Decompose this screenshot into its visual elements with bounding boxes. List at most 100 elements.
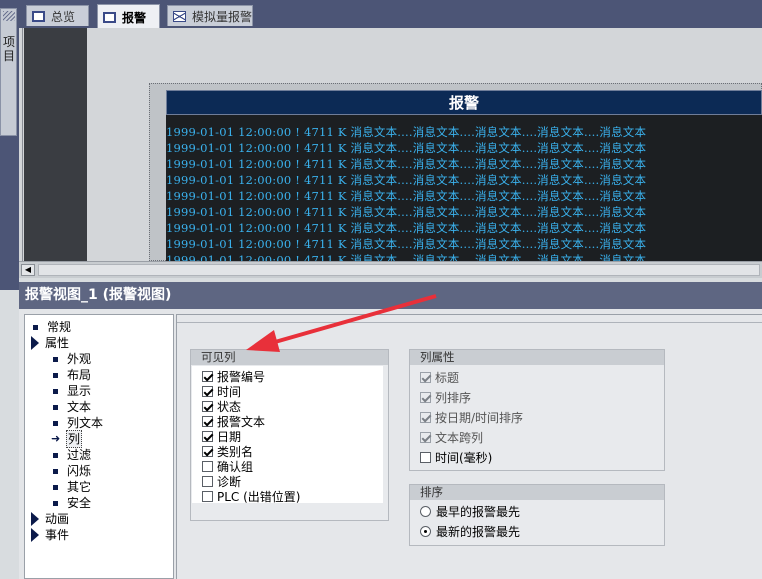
current-arrow-icon: ➜ <box>51 432 61 445</box>
visible-columns-group: 可见列 报警编号 时间 状态 报警文本 日期 类别名 确认组 诊断 PLC (出错位置) <box>190 349 389 521</box>
expand-arrow-icon <box>31 336 39 350</box>
tree-item-label: 外观 <box>67 352 92 366</box>
sorting-radio-row[interactable]: 最新的报警最先 <box>420 524 520 539</box>
checkbox[interactable] <box>202 416 213 427</box>
tree-item-6[interactable]: 列文本 <box>53 415 103 431</box>
tab-label: 报警 <box>122 10 147 25</box>
bullet-icon <box>53 500 58 506</box>
visible-columns-title: 可见列 <box>191 350 388 365</box>
checkbox[interactable] <box>202 476 213 487</box>
tree-item-8[interactable]: 过滤 <box>53 447 91 463</box>
checkbox[interactable] <box>420 452 431 463</box>
tree-item-0[interactable]: 常规 <box>33 319 71 335</box>
checkbox-label: PLC (出错位置) <box>217 490 301 504</box>
canvas-side-panel <box>24 28 87 261</box>
visible-column-checkbox-row[interactable]: 类别名 <box>202 444 253 459</box>
column-property-checkbox-row: 文本跨列 <box>420 430 483 445</box>
column-property-checkbox-row: 按日期/时间排序 <box>420 410 523 425</box>
column-property-checkbox-row: 标题 <box>420 370 459 385</box>
radio-label: 最新的报警最先 <box>436 525 521 539</box>
visible-column-checkbox-row[interactable]: 确认组 <box>202 459 253 474</box>
alarm-row: 1999-01-01 12:00:00 ! 4711 K 消息文本....消息文… <box>166 205 647 219</box>
alarm-view-header: 报警 <box>166 90 762 115</box>
checkbox-label: 列排序 <box>435 391 472 405</box>
checkbox <box>420 432 431 443</box>
checkbox[interactable] <box>202 461 213 472</box>
tree-item-label: 事件 <box>45 528 70 542</box>
tree-item-12[interactable]: 动画 <box>31 511 69 527</box>
expand-arrow-icon <box>31 512 39 526</box>
tree-item-9[interactable]: 闪烁 <box>53 463 91 479</box>
tree-item-7[interactable]: ➜ 列 <box>51 430 83 448</box>
visible-column-checkbox-row[interactable]: 诊断 <box>202 474 241 489</box>
visible-column-checkbox-row[interactable]: 报警文本 <box>202 414 265 429</box>
alarm-view-title: 报警 <box>448 94 479 112</box>
visible-column-checkbox-row[interactable]: 日期 <box>202 429 241 444</box>
alarm-list: 1999-01-01 12:00:00 ! 4711 K 消息文本....消息文… <box>166 124 762 261</box>
bullet-icon <box>53 468 58 474</box>
envelope-icon <box>173 10 186 22</box>
tree-item-10[interactable]: 其它 <box>53 479 91 495</box>
checkbox-label: 按日期/时间排序 <box>435 411 524 425</box>
visible-column-checkbox-row[interactable]: 时间 <box>202 384 241 399</box>
alarm-view-control[interactable]: 报警 1999-01-01 12:00:00 ! 4711 K 消息文本....… <box>166 90 762 261</box>
tree-item-11[interactable]: 安全 <box>53 495 91 511</box>
tree-item-2[interactable]: 外观 <box>53 351 91 367</box>
alarm-row: 1999-01-01 12:00:00 ! 4711 K 消息文本....消息文… <box>166 173 647 187</box>
tree-item-label: 布局 <box>67 368 92 382</box>
horizontal-scrollbar[interactable]: ◀ <box>19 261 762 278</box>
tree-item-5[interactable]: 文本 <box>53 399 91 415</box>
tree-item-3[interactable]: 布局 <box>53 367 91 383</box>
visible-column-checkbox-row[interactable]: 状态 <box>202 399 241 414</box>
tree-item-label: 过滤 <box>67 448 92 462</box>
tab-analog-alarms[interactable]: 模拟量报警 <box>167 5 253 26</box>
tree-item-13[interactable]: 事件 <box>31 527 69 543</box>
column-property-checkbox-row: 列排序 <box>420 390 471 405</box>
visible-column-checkbox-row[interactable]: PLC (出错位置) <box>202 489 300 504</box>
checkbox[interactable] <box>202 491 213 502</box>
scrollbar-thumb[interactable] <box>38 264 760 276</box>
checkbox[interactable] <box>202 371 213 382</box>
tree-item-label: 文本 <box>67 400 92 414</box>
project-tab[interactable]: 项目 <box>0 8 17 136</box>
tree-item-label: 动画 <box>45 512 70 526</box>
checkbox-label: 标题 <box>435 371 460 385</box>
property-category-tree: 常规 属性 外观布局显示文本 列文本 ➜ 列过滤闪烁其它 安全 动画事件 <box>24 314 174 579</box>
bullet-icon <box>53 372 58 378</box>
alarm-row: 1999-01-01 12:00:00 ! 4711 K 消息文本....消息文… <box>166 157 647 171</box>
canvas-border <box>22 28 23 261</box>
grip-icon <box>3 11 15 21</box>
project-tab-label: 项目 <box>2 35 15 63</box>
tab-overview[interactable]: 总览 <box>26 5 89 26</box>
column-property-checkbox-row[interactable]: 时间(毫秒) <box>420 450 492 465</box>
checkbox[interactable] <box>202 386 213 397</box>
bullet-icon <box>53 452 58 458</box>
visible-column-checkbox-row[interactable]: 报警编号 <box>202 369 265 384</box>
radio-button[interactable] <box>420 526 431 537</box>
bullet-icon <box>53 484 58 490</box>
properties-title: 报警视图_1 (报警视图) <box>19 282 762 309</box>
checkbox[interactable] <box>202 401 213 412</box>
tab-alarms[interactable]: 报警 <box>97 4 160 29</box>
checkbox[interactable] <box>202 446 213 457</box>
sorting-radio-row[interactable]: 最早的报警最先 <box>420 504 520 519</box>
project-strip: 项目 <box>0 0 19 290</box>
radio-button[interactable] <box>420 506 431 517</box>
alarm-row: 1999-01-01 12:00:00 ! 4711 K 消息文本....消息文… <box>166 253 647 261</box>
visible-columns-list: 报警编号 时间 状态 报警文本 日期 类别名 确认组 诊断 PLC (出错位置) <box>192 366 383 504</box>
bullet-icon <box>53 404 58 410</box>
sorting-group: 排序 最早的报警最先 最新的报警最先 <box>409 484 665 546</box>
tree-item-label: 闪烁 <box>67 464 92 478</box>
screen-editor-canvas[interactable]: 报警 1999-01-01 12:00:00 ! 4711 K 消息文本....… <box>19 28 762 261</box>
bullet-icon <box>53 388 58 394</box>
alarm-row: 1999-01-01 12:00:00 ! 4711 K 消息文本....消息文… <box>166 237 647 251</box>
tree-item-1[interactable]: 属性 <box>31 335 69 351</box>
alarm-row: 1999-01-01 12:00:00 ! 4711 K 消息文本....消息文… <box>166 221 647 235</box>
tree-item-label: 显示 <box>67 384 92 398</box>
checkbox[interactable] <box>202 431 213 442</box>
bullet-icon <box>53 420 58 426</box>
tree-item-4[interactable]: 显示 <box>53 383 91 399</box>
scroll-left-arrow-icon[interactable]: ◀ <box>21 264 35 276</box>
column-properties-group: 列属性 标题 列排序 按日期/时间排序 文本跨列 时间(毫秒) <box>409 349 665 471</box>
tree-item-label: 其它 <box>67 480 92 494</box>
